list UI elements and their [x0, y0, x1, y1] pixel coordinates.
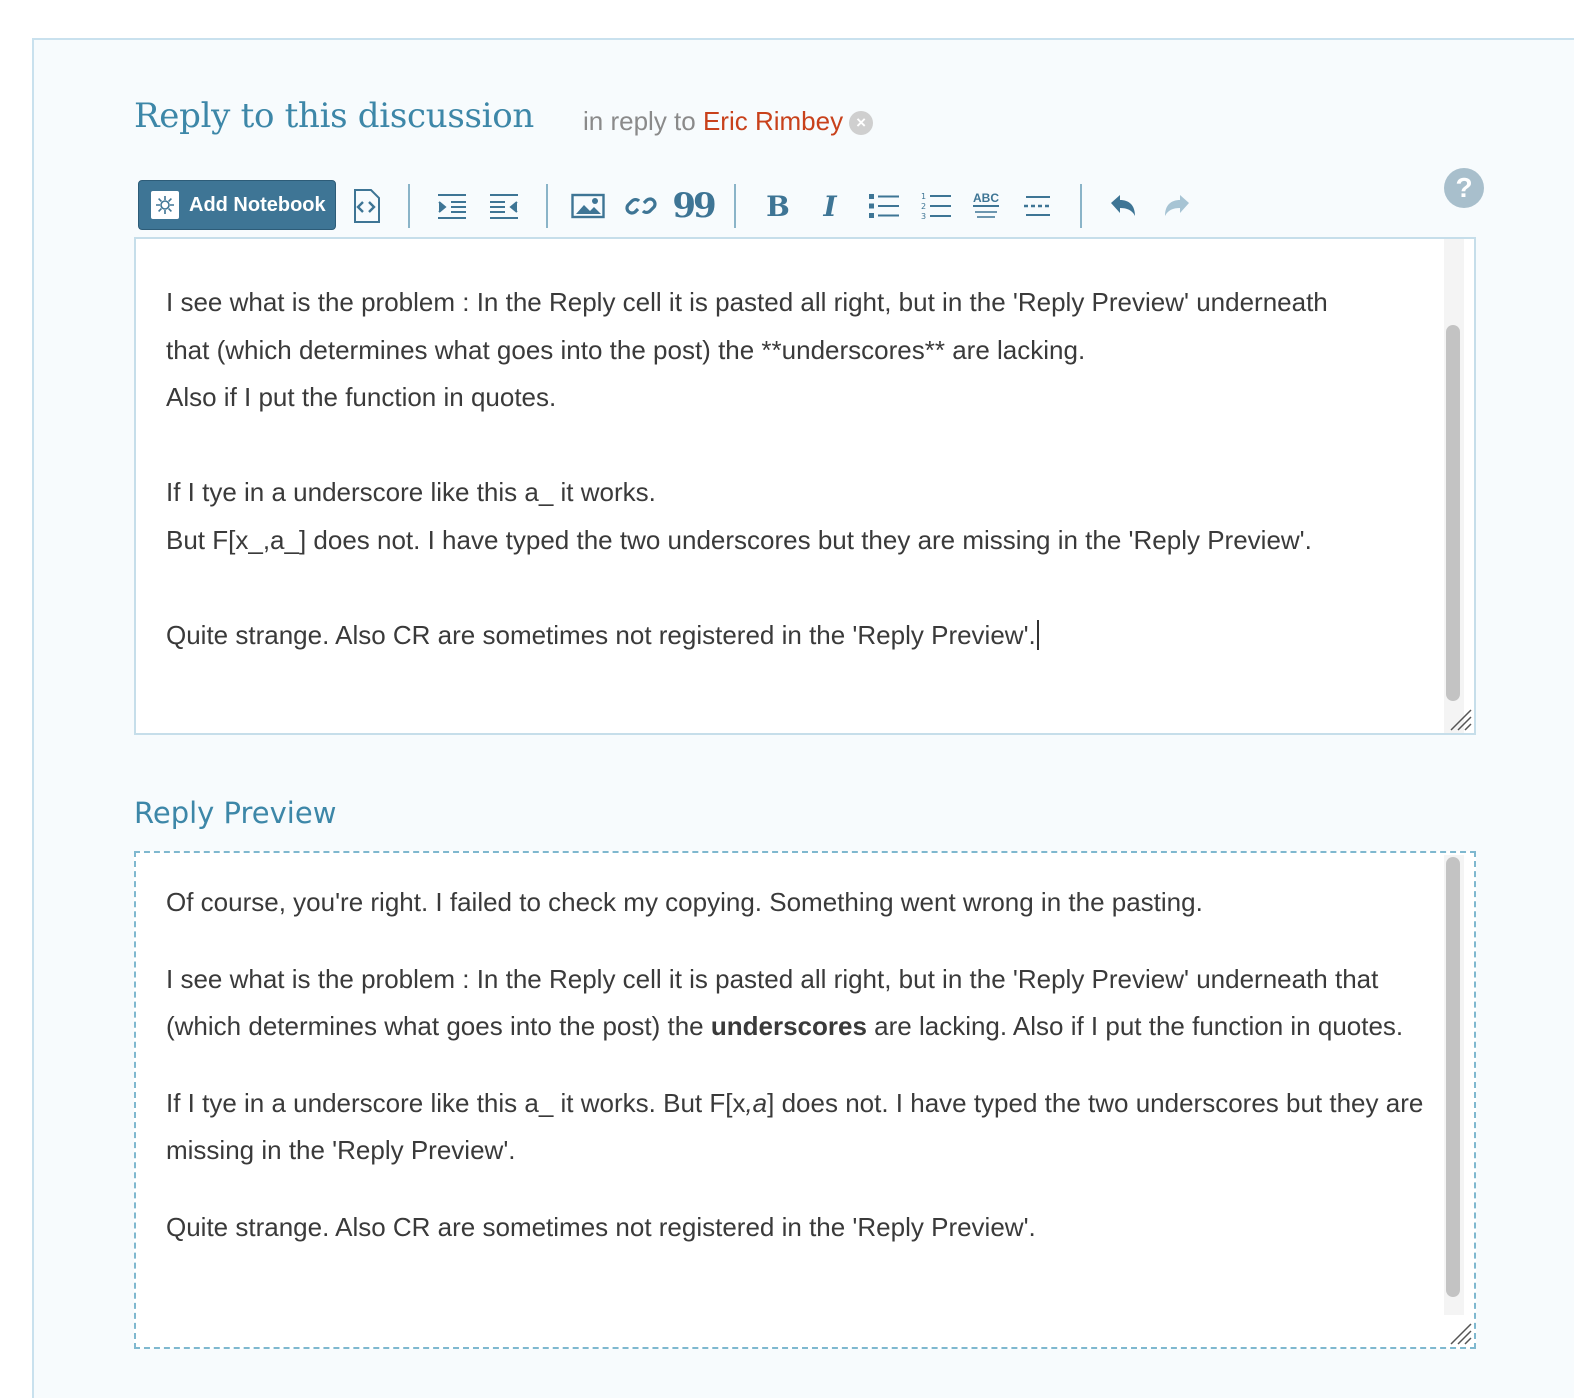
preview-italic-text: ,a: [745, 1088, 768, 1118]
preview-paragraph: Quite strange. Also CR are sometimes not…: [166, 1212, 1036, 1242]
preview-paragraph: Of course, you're right. I failed to che…: [166, 887, 1203, 917]
preview-paragraph: I see what is the problem : In the Reply…: [166, 956, 1426, 1050]
reply-author-link[interactable]: Eric Rimbey: [703, 106, 843, 136]
redo-icon[interactable]: [1156, 186, 1196, 226]
bold-icon[interactable]: B: [758, 186, 798, 226]
clear-reply-icon[interactable]: ×: [849, 111, 874, 135]
editor-line: that (which determines what goes into th…: [166, 334, 1086, 365]
help-icon[interactable]: ?: [1444, 168, 1484, 208]
svg-text:3: 3: [921, 212, 926, 221]
link-icon[interactable]: [621, 186, 661, 226]
add-notebook-button[interactable]: Add Notebook: [138, 180, 336, 230]
code-icon[interactable]: [346, 186, 386, 226]
preview-scrollbar-thumb[interactable]: [1446, 857, 1460, 1297]
editor-line: But F[x_,a_] does not. I have typed the …: [166, 524, 1312, 555]
add-notebook-label: Add Notebook: [189, 193, 326, 216]
preview-content: Of course, you're right. I failed to che…: [166, 879, 1426, 1281]
svg-text:2: 2: [921, 202, 926, 211]
preview-text: are lacking. Also if I put the function …: [866, 1011, 1404, 1041]
resize-handle-icon[interactable]: [1446, 705, 1472, 731]
reply-editor[interactable]: I see what is the problem : In the Reply…: [134, 237, 1476, 735]
quote-icon[interactable]: 99: [672, 186, 716, 226]
in-reply-to: in reply to Eric Rimbey ×: [583, 106, 874, 137]
preview-paragraph: If I tye in a underscore like this a_ it…: [166, 1080, 1426, 1174]
resize-handle-icon[interactable]: [1446, 1319, 1472, 1345]
undo-icon[interactable]: [1104, 186, 1144, 226]
editor-scrollbar-thumb[interactable]: [1446, 325, 1460, 701]
strikethrough-icon[interactable]: ABC: [966, 186, 1006, 226]
outdent-icon[interactable]: [484, 186, 524, 226]
preview-bold-text: underscores: [710, 1011, 867, 1041]
page-title: Reply to this discussion: [134, 96, 534, 136]
editor-line: Also if I put the function in quotes.: [166, 382, 557, 412]
toolbar-divider: [408, 184, 410, 228]
toolbar-divider: [1080, 184, 1082, 228]
indent-icon[interactable]: [432, 186, 472, 226]
preview-text: If I tye in a underscore like this a_ it…: [166, 1088, 746, 1118]
in-reply-prefix: in reply to: [583, 106, 696, 136]
reply-preview: Of course, you're right. I failed to che…: [134, 851, 1476, 1349]
svg-text:1: 1: [921, 192, 926, 201]
toolbar-divider: [546, 184, 548, 228]
notebook-icon: [151, 191, 179, 219]
editor-line: I see what is the problem : In the Reply…: [166, 287, 1328, 317]
bullet-list-icon[interactable]: [864, 186, 904, 226]
text-caret: [1036, 619, 1039, 650]
editor-line: If I tye in a underscore like this a_ it…: [166, 477, 656, 507]
preview-title: Reply Preview: [134, 796, 337, 830]
toolbar-divider: [734, 184, 736, 228]
numbered-list-icon[interactable]: 123: [916, 186, 956, 226]
editor-content[interactable]: I see what is the problem : In the Reply…: [166, 279, 1426, 659]
editor-line: Quite strange. Also CR are sometimes not…: [166, 619, 1036, 650]
horizontal-rule-icon[interactable]: [1018, 186, 1058, 226]
image-icon[interactable]: [568, 186, 608, 226]
editor-toolbar: Add Notebook 99 B I 123 ABC: [138, 180, 1189, 232]
italic-icon[interactable]: I: [810, 186, 850, 226]
